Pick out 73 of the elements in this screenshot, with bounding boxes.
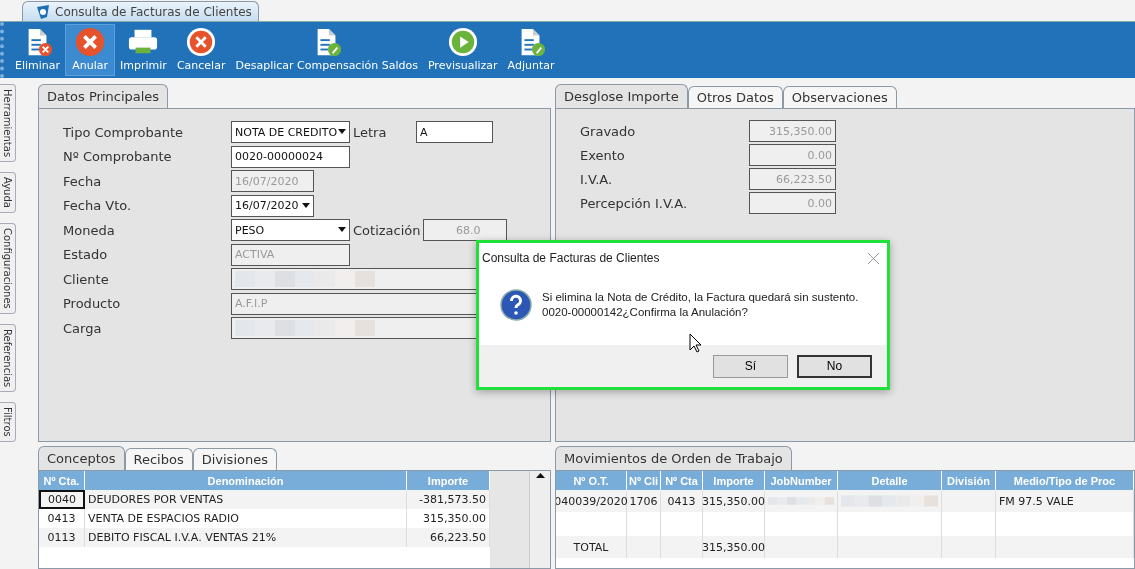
close-icon xyxy=(74,27,107,57)
column-header: Nº O.T. xyxy=(556,471,627,490)
column-header: Detalle xyxy=(838,471,942,490)
side-tab[interactable]: Herramientas xyxy=(0,84,16,163)
field-label: Tipo Comprobante xyxy=(63,124,184,140)
field-label: Estado xyxy=(63,247,109,263)
cancel-icon xyxy=(185,27,218,57)
dropdown-arrow-icon xyxy=(302,202,310,208)
scrollbar[interactable] xyxy=(529,471,550,568)
field-label: Gravado xyxy=(580,123,637,139)
field-label: Moneda xyxy=(63,222,116,238)
column-header: Denominación xyxy=(85,471,407,490)
toolbar-button[interactable]: Desaplicar Compensación Saldos xyxy=(230,24,423,76)
tab[interactable]: Movimientos de Orden de Trabajo xyxy=(555,446,792,470)
input-field[interactable]: A xyxy=(416,121,493,144)
field-label: Producto xyxy=(63,296,122,312)
field-label: Exento xyxy=(580,147,626,163)
field-label: Percepción I.V.A. xyxy=(580,195,689,211)
dropdown-arrow-icon xyxy=(338,227,346,233)
field-label: Fecha Vto. xyxy=(63,198,133,214)
field-label: Cotización xyxy=(353,222,421,238)
table-cell: 315,350.00 xyxy=(703,536,765,558)
window-tab[interactable]: Consulta de Facturas de Clientes xyxy=(22,1,259,21)
toolbar-button[interactable]: Eliminar xyxy=(10,24,66,76)
table-cell: DEBITO FISCAL I.V.A. VENTAS 21% xyxy=(85,528,407,547)
column-header: Importe xyxy=(407,471,490,490)
tab[interactable]: Conceptos xyxy=(38,446,125,470)
tab[interactable]: Recibos xyxy=(124,448,193,470)
toolbar-button[interactable]: Anular xyxy=(65,24,116,76)
field-label: Fecha xyxy=(63,173,103,189)
app-logo-icon xyxy=(35,3,51,20)
tab[interactable]: Datos Principales xyxy=(38,84,169,108)
dropdown-field[interactable]: 16/07/2020 xyxy=(231,194,314,217)
dropdown-arrow-icon xyxy=(338,129,346,135)
column-header: JobNumber xyxy=(765,471,838,490)
dialog-button[interactable]: No xyxy=(797,354,872,378)
column-header: División xyxy=(942,471,996,490)
side-tab[interactable]: Filtros xyxy=(0,402,16,442)
dropdown-field[interactable]: NOTA DE CREDITO xyxy=(231,121,350,144)
close-icon[interactable] xyxy=(868,252,879,264)
side-tab[interactable]: Configuraciones xyxy=(0,223,16,314)
input-field[interactable]: 0020-00000024 xyxy=(231,145,350,168)
field-label: Letra xyxy=(353,124,388,140)
field-label: Cliente xyxy=(63,271,110,287)
window-title: Consulta de Facturas de Clientes xyxy=(55,4,252,19)
dialog-title: Consulta de Facturas de Clientes xyxy=(482,251,660,265)
toolbar-button[interactable]: Cancelar xyxy=(171,24,231,76)
cursor-icon xyxy=(689,333,703,353)
toolbar-button[interactable]: Imprimir xyxy=(115,24,172,76)
tab[interactable]: Desglose Importe xyxy=(555,84,688,108)
tab[interactable]: Divisiones xyxy=(192,448,277,470)
column-header: Importe xyxy=(703,471,765,490)
column-header: Nº Cta. xyxy=(39,471,85,490)
dropdown-field[interactable]: PESO xyxy=(231,219,350,242)
field-label: I.V.A. xyxy=(580,171,614,187)
table-cell: 0113 xyxy=(39,528,85,547)
toolbar-button[interactable]: Previsualizar xyxy=(422,24,503,76)
column-header: Nº Cta xyxy=(661,471,703,490)
dialog-button[interactable]: Sí xyxy=(713,354,788,378)
question-icon xyxy=(500,289,532,321)
field-label: Carga xyxy=(63,320,103,336)
scroll-up-icon xyxy=(535,473,545,478)
tab[interactable]: Otros Datos xyxy=(687,86,783,108)
column-header: Nº Cli xyxy=(627,471,661,490)
play-icon xyxy=(446,27,479,57)
toolbar-button[interactable]: Adjuntar xyxy=(502,24,560,76)
table-cell: 0040 xyxy=(39,490,85,509)
tab[interactable]: Observaciones xyxy=(782,86,897,108)
side-tab[interactable]: Ayuda xyxy=(0,172,16,214)
table-cell: TOTAL xyxy=(556,536,627,558)
column-header: Medio/Tipo de Proc xyxy=(996,471,1134,490)
field-label: Nº Comprobante xyxy=(63,149,173,165)
side-tab[interactable]: Referencias xyxy=(0,323,16,393)
